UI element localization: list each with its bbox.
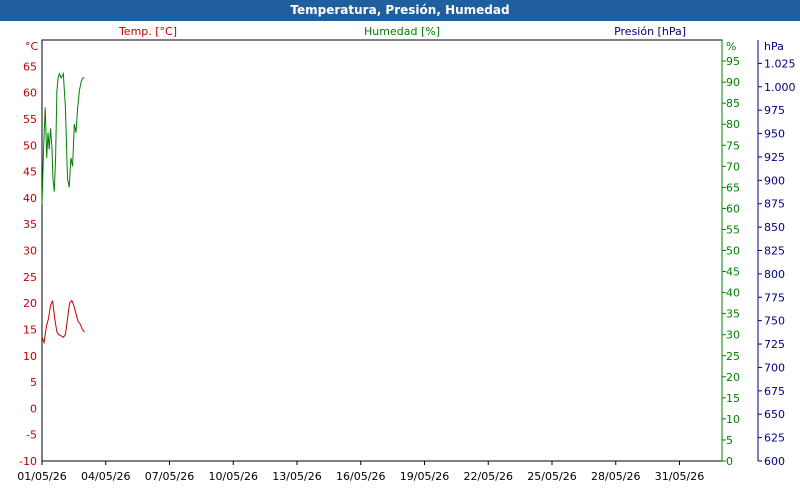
- humidity-tick-label: 40: [726, 287, 740, 300]
- humidity-tick-label: 55: [726, 223, 740, 236]
- temperature-axis-title: Temp. [°C]: [118, 25, 177, 38]
- plot-frame: [41, 39, 723, 462]
- humidity-tick-label: 10: [726, 413, 740, 426]
- temperature-tick-label: 40: [23, 192, 37, 205]
- humidity-tick-label: 30: [726, 329, 740, 342]
- pressure-tick-label: 650: [764, 408, 785, 421]
- pressure-tick-label: 600: [764, 455, 785, 468]
- temperature-tick-label: 25: [23, 271, 37, 284]
- humidity-tick-label: 60: [726, 202, 740, 215]
- x-tick-label: 22/05/26: [464, 470, 513, 483]
- x-tick-label: 19/05/26: [400, 470, 449, 483]
- x-tick-label: 10/05/26: [209, 470, 258, 483]
- humidity-tick-label: 70: [726, 160, 740, 173]
- temperature-unit-label: °C: [25, 40, 39, 53]
- temperature-tick-label: 10: [23, 350, 37, 363]
- temperature-tick-label: 35: [23, 218, 37, 231]
- pressure-tick-label: 1.025: [764, 57, 796, 70]
- x-tick-label: 07/05/26: [145, 470, 194, 483]
- humidity-tick-label: 90: [726, 76, 740, 89]
- temperature-tick-label: -10: [19, 455, 37, 468]
- pressure-tick-label: 1.000: [764, 81, 796, 94]
- pressure-tick-label: 775: [764, 291, 785, 304]
- pressure-unit-label: hPa: [764, 40, 784, 53]
- pressure-tick-label: 675: [764, 385, 785, 398]
- temperature-tick-label: 0: [30, 402, 37, 415]
- humidity-tick-label: 50: [726, 245, 740, 258]
- pressure-tick-label: 950: [764, 128, 785, 141]
- humidity-tick-label: 25: [726, 350, 740, 363]
- temperature-tick-label: 5: [30, 376, 37, 389]
- humidity-unit-label: %: [726, 40, 736, 53]
- pressure-tick-label: 850: [764, 221, 785, 234]
- pressure-tick-label: 925: [764, 151, 785, 164]
- x-tick-label: 25/05/26: [527, 470, 576, 483]
- humidity-tick-label: 65: [726, 181, 740, 194]
- temperature-tick-label: 65: [23, 60, 37, 73]
- humidity-tick-label: 85: [726, 97, 740, 110]
- humidity-tick-label: 15: [726, 392, 740, 405]
- temperature-tick-label: 55: [23, 113, 37, 126]
- x-tick-label: 01/05/26: [17, 470, 66, 483]
- pressure-axis-title: Presión [hPa]: [614, 25, 686, 38]
- humidity-tick-label: 45: [726, 266, 740, 279]
- humidity-tick-label: 35: [726, 308, 740, 321]
- humidity-tick-label: 75: [726, 139, 740, 152]
- x-tick-label: 16/05/26: [336, 470, 385, 483]
- pressure-tick-label: 700: [764, 361, 785, 374]
- x-tick-label: 31/05/26: [655, 470, 704, 483]
- humidity-tick-label: 20: [726, 371, 740, 384]
- humidity-tick-label: 95: [726, 55, 740, 68]
- humidity-tick-label: 80: [726, 118, 740, 131]
- humidity-axis-title: Humedad [%]: [364, 25, 440, 38]
- pressure-tick-label: 900: [764, 174, 785, 187]
- humidity-tick-label: 0: [726, 455, 733, 468]
- pressure-tick-label: 625: [764, 432, 785, 445]
- pressure-tick-label: 750: [764, 315, 785, 328]
- x-tick-label: 04/05/26: [81, 470, 130, 483]
- pressure-tick-label: 800: [764, 268, 785, 281]
- temperature-tick-label: 60: [23, 87, 37, 100]
- temperature-tick-label: 50: [23, 139, 37, 152]
- temperature-tick-label: 30: [23, 245, 37, 258]
- temperature-tick-label: 20: [23, 297, 37, 310]
- x-tick-label: 28/05/26: [591, 470, 640, 483]
- x-tick-label: 13/05/26: [272, 470, 321, 483]
- pressure-tick-label: 725: [764, 338, 785, 351]
- temperature-tick-label: 45: [23, 166, 37, 179]
- chart-canvas: -10-505101520253035404550556065°C01/05/2…: [17, 25, 796, 483]
- pressure-tick-label: 875: [764, 198, 785, 211]
- humidity-tick-label: 5: [726, 434, 733, 447]
- pressure-tick-label: 825: [764, 245, 785, 258]
- temperature-tick-label: 15: [23, 323, 37, 336]
- chart-axes: [41, 39, 762, 465]
- pressure-tick-label: 975: [764, 104, 785, 117]
- temperature-tick-label: -5: [26, 429, 37, 442]
